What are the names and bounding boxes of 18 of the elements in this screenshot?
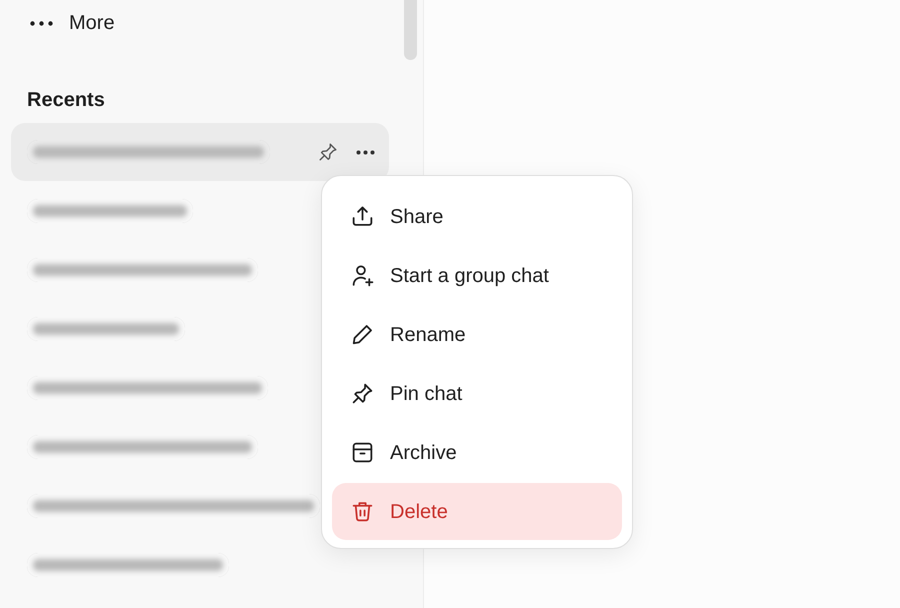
menu-item[interactable]: Share — [332, 188, 622, 245]
scrollbar-thumb[interactable] — [404, 0, 417, 60]
more-icon — [356, 150, 375, 154]
menu-item[interactable]: Delete — [332, 483, 622, 540]
section-title: Recents — [27, 88, 106, 112]
archive-box-icon — [350, 440, 375, 465]
pin-button[interactable] — [317, 141, 339, 163]
more-options-button[interactable] — [356, 150, 375, 154]
person-add-icon — [350, 263, 375, 288]
pin-icon — [350, 381, 375, 406]
menu-item[interactable]: Pin chat — [332, 365, 622, 422]
more-button[interactable]: More — [30, 8, 115, 38]
menu-item[interactable]: Start a group chat — [332, 247, 622, 304]
pin-icon — [317, 141, 339, 163]
pencil-icon — [350, 322, 375, 347]
menu-item[interactable]: Rename — [332, 306, 622, 363]
more-icon — [30, 20, 53, 26]
menu-item[interactable]: Archive — [332, 424, 622, 481]
